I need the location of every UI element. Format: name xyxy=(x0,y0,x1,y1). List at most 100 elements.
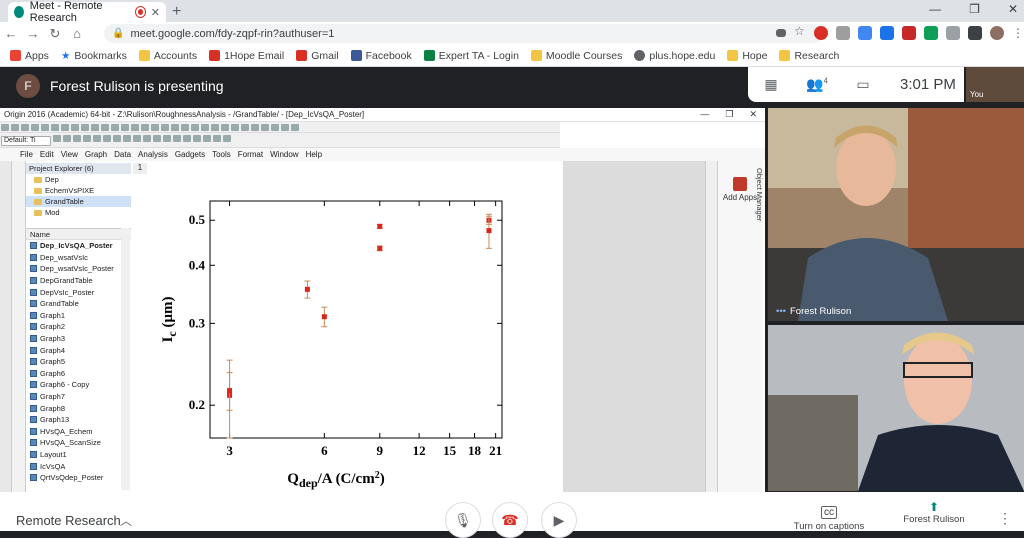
graph-tab[interactable]: 1 xyxy=(133,163,147,174)
menu-graph[interactable]: Graph xyxy=(85,150,107,159)
bookmark-hope[interactable]: Hope xyxy=(727,50,767,62)
camera-button[interactable]: ▶ xyxy=(541,502,577,538)
y-tick-label: 0.5 xyxy=(189,212,206,227)
list-item[interactable]: IcVsQA xyxy=(26,460,131,472)
origin-toolbar-1[interactable] xyxy=(0,122,560,133)
recording-icon xyxy=(135,7,145,17)
list-item[interactable]: HVsQA_Echem xyxy=(26,426,131,438)
people-icon[interactable]: 👥4 xyxy=(794,76,840,93)
project-list-scrollbar[interactable] xyxy=(121,228,130,490)
meeting-name[interactable]: Remote Research xyxy=(16,513,121,528)
list-item[interactable]: Layout1 xyxy=(26,449,131,461)
bookmark-expert-ta[interactable]: Expert TA - Login xyxy=(423,50,519,62)
menu-gadgets[interactable]: Gadgets xyxy=(175,150,205,159)
drive-ext-icon[interactable] xyxy=(946,26,960,40)
forward-icon[interactable]: → xyxy=(22,26,44,41)
origin-toolbar-2[interactable]: Default: Ti xyxy=(0,133,560,148)
presenting-button[interactable]: ⬆ Forest Rulison xyxy=(900,500,968,525)
list-item[interactable]: Graph1 xyxy=(26,310,131,322)
star-icon[interactable]: ☆ xyxy=(794,24,806,38)
layout-icon[interactable]: ▦ xyxy=(748,76,794,93)
origin-maximize-icon[interactable]: ❐ xyxy=(725,109,733,120)
ext2-icon[interactable] xyxy=(880,26,894,40)
docked-side-tabs[interactable] xyxy=(0,161,12,492)
name-column-header[interactable]: Name xyxy=(26,229,131,240)
new-tab-icon[interactable]: + xyxy=(172,3,181,21)
folder-grandtable[interactable]: GrandTable xyxy=(26,196,131,207)
menu-view[interactable]: View xyxy=(61,150,78,159)
list-item[interactable]: Graph4 xyxy=(26,344,131,356)
back-icon[interactable]: ← xyxy=(0,26,22,41)
home-icon[interactable]: ⌂ xyxy=(66,26,88,41)
microphone-button[interactable]: 🎙 xyxy=(445,502,481,538)
ext-icon[interactable] xyxy=(836,26,850,40)
right-toolbar[interactable] xyxy=(705,161,717,492)
bookmark-plus-hope[interactable]: plus.hope.edu xyxy=(634,50,715,62)
bookmark-moodle[interactable]: Moodle Courses xyxy=(530,50,622,62)
list-item[interactable]: QrtVsQdep_Poster xyxy=(26,472,131,484)
list-item[interactable]: Dep_wsatVsIc xyxy=(26,252,131,264)
chat-icon[interactable]: ▭ xyxy=(840,76,886,93)
microphone-icon: 🎙 xyxy=(454,511,472,528)
record-ext-icon[interactable] xyxy=(814,26,828,40)
list-item[interactable]: Dep_wsatVsIc_Poster xyxy=(26,263,131,275)
origin-close-icon[interactable]: ✕ xyxy=(749,109,757,120)
list-item[interactable]: Graph2 xyxy=(26,321,131,333)
list-item[interactable]: DepVsIc_Poster xyxy=(26,286,131,298)
close-tab-icon[interactable]: ✕ xyxy=(151,6,160,19)
list-item[interactable]: Graph8 xyxy=(26,402,131,414)
bookmark-1hope-email[interactable]: 1Hope Email xyxy=(209,50,284,62)
list-item[interactable]: DepGrandTable xyxy=(26,275,131,287)
list-item[interactable]: Graph7 xyxy=(26,391,131,403)
more-options-icon[interactable]: ⋮ xyxy=(998,510,1012,527)
folder-mod[interactable]: Mod xyxy=(26,207,131,218)
bookmark-bookmarks[interactable]: ★ Bookmarks xyxy=(61,50,127,62)
font-box[interactable]: Default: Ti xyxy=(1,136,51,146)
origin-minimize-icon[interactable]: — xyxy=(700,109,709,120)
camera-icon[interactable] xyxy=(776,29,786,37)
menu-file[interactable]: File xyxy=(20,150,33,159)
menu-data[interactable]: Data xyxy=(114,150,131,159)
menu-edit[interactable]: Edit xyxy=(40,150,54,159)
close-window-icon[interactable]: ✕ xyxy=(1008,2,1018,16)
menu-format[interactable]: Format xyxy=(238,150,263,159)
chevron-up-icon[interactable]: ︿ xyxy=(120,512,132,529)
pdf-ext-icon[interactable] xyxy=(902,26,916,40)
list-item[interactable]: Graph5 xyxy=(26,356,131,368)
folder-echemvspixe[interactable]: EchemVsPIXE xyxy=(26,185,131,196)
bookmark-facebook[interactable]: Facebook xyxy=(350,50,412,62)
bookmark-gmail[interactable]: Gmail xyxy=(296,50,339,62)
bookmark-research[interactable]: Research xyxy=(779,50,839,62)
grid-ext-icon[interactable] xyxy=(968,26,982,40)
maximize-icon[interactable]: ❐ xyxy=(969,2,980,16)
participant-tile-1[interactable]: ••• Forest Rulison xyxy=(768,108,1024,321)
minimize-icon[interactable]: — xyxy=(929,2,941,16)
list-item[interactable]: HVsQA_ScanSize xyxy=(26,437,131,449)
object-manager-tab[interactable]: Object Manager xyxy=(755,168,764,221)
list-item[interactable]: Graph13 xyxy=(26,414,131,426)
hang-up-button[interactable]: ☎ xyxy=(492,502,528,538)
folder-dep[interactable]: Dep xyxy=(26,174,131,185)
menu-icon[interactable]: ⋮ xyxy=(1012,26,1024,40)
tools-toolbar[interactable] xyxy=(12,161,26,492)
list-item[interactable]: Graph3 xyxy=(26,333,131,345)
list-item[interactable]: Dep_IcVsQA_Poster xyxy=(26,240,131,252)
bookmark-apps[interactable]: Apps xyxy=(10,50,49,62)
list-item[interactable]: Graph6 - Copy xyxy=(26,379,131,391)
menu-analysis[interactable]: Analysis xyxy=(138,150,168,159)
profile-avatar[interactable] xyxy=(990,26,1004,40)
participant-tile-2[interactable] xyxy=(768,325,1024,491)
list-item[interactable]: Graph6 xyxy=(26,368,131,380)
docs-ext-icon[interactable] xyxy=(858,26,872,40)
bookmark-accounts[interactable]: Accounts xyxy=(138,50,197,62)
reload-icon[interactable]: ↻ xyxy=(44,26,66,42)
url-bar[interactable]: 🔒 meet.google.com/fdy-zqpf-rin?authuser=… xyxy=(104,24,824,43)
browser-tab[interactable]: Meet - Remote Research ✕ xyxy=(8,0,166,24)
add-apps-button[interactable]: Add Apps xyxy=(720,177,760,202)
list-item[interactable]: GrandTable xyxy=(26,298,131,310)
menu-tools[interactable]: Tools xyxy=(212,150,231,159)
menu-help[interactable]: Help xyxy=(306,150,322,159)
captions-button[interactable]: cc Turn on captions xyxy=(790,506,868,532)
menu-window[interactable]: Window xyxy=(270,150,298,159)
check-ext-icon[interactable] xyxy=(924,26,938,40)
